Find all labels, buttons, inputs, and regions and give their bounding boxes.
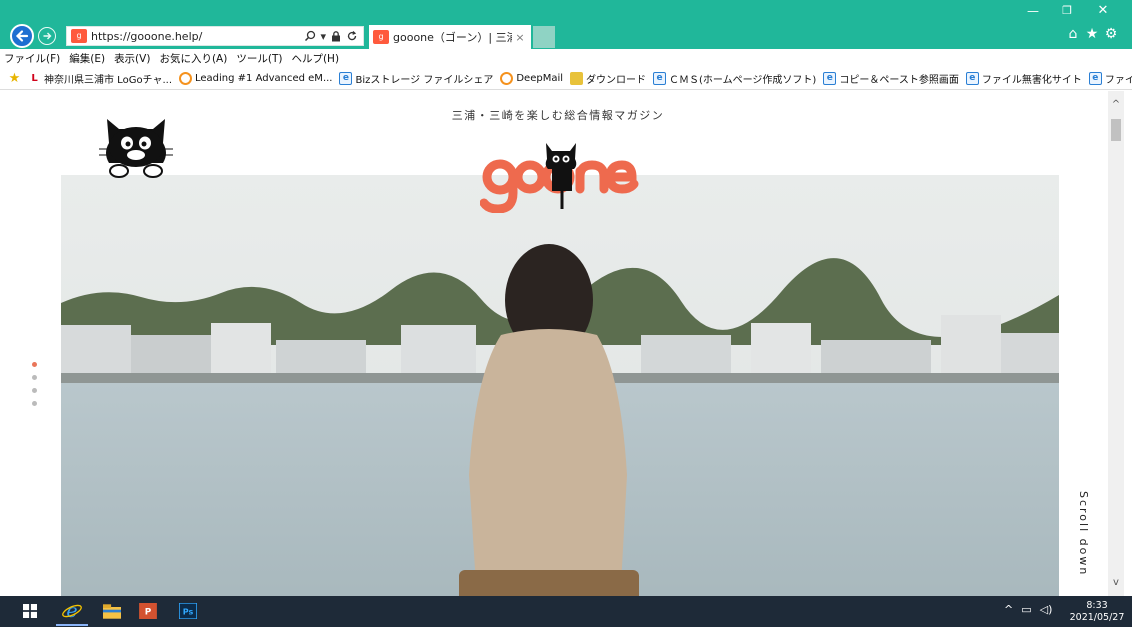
scroll-up-arrow-icon[interactable]: ^ [1108,97,1124,113]
ie-page-icon: e [823,71,837,85]
cat-mascot-logo[interactable] [97,113,175,179]
download-icon [570,71,584,85]
favorite-item[interactable]: ダウンロード [570,71,646,86]
forward-button[interactable] [38,27,56,45]
close-window-button[interactable]: ✕ [1093,3,1113,19]
minimize-button[interactable]: — [1023,3,1043,19]
favorite-label: DeepMail [516,72,564,84]
star-add-icon: ★ [8,70,21,86]
favorites-bar: ★ L 神奈川県三浦市 LoGoチャ... Leading #1 Advance… [0,67,1132,90]
gear-icon[interactable]: ⚙ [1102,25,1120,43]
hero-image [61,175,1059,596]
hero-photo [61,175,1059,596]
slide-dot-2[interactable] [32,375,37,380]
ie-page-icon: e [653,71,667,85]
web-page-viewport: 三浦・三崎を楽しむ総合情報マガジン Scroll down [0,91,1116,596]
slide-dot-1[interactable] [32,362,37,367]
scroll-down-arrow-icon[interactable]: v [1108,575,1124,591]
back-button[interactable] [10,24,34,48]
favorite-item[interactable]: e Bizストレージ ファイルシェア [339,71,493,86]
favorite-item[interactable]: Leading #1 Advanced eM... [179,71,333,85]
clock-date: 2021/05/27 [1069,612,1125,623]
photoshop-icon[interactable]: Ps [176,600,200,622]
favorite-label: ファイル無害化サイト [981,74,1082,86]
lock-icon[interactable] [330,30,342,42]
home-icon[interactable]: ⌂ [1064,25,1082,43]
orange-ring-icon [179,71,192,85]
tab-gooone[interactable]: g gooone（ゴーン）| 三浦･三... × [369,25,531,49]
browser-title-bar: g https://gooone.help/ ▾ g gooone（ゴーン）| … [0,0,1132,49]
tray-overflow-chevron-icon[interactable]: ^ [1004,603,1013,616]
maximize-button[interactable]: ❐ [1057,3,1077,19]
slide-indicator [32,362,37,406]
favorite-label: Leading #1 Advanced eM... [195,72,333,84]
tab-title: gooone（ゴーン）| 三浦･三... [393,31,512,44]
file-explorer-icon[interactable] [100,600,124,622]
start-icon[interactable] [18,600,42,622]
favorite-item[interactable]: e ファイル無害化サイト [965,71,1082,86]
favorite-add[interactable]: ★ [8,70,21,86]
menu-bar: ファイル(F) 編集(E) 表示(V) お気に入り(A) ツール(T) ヘルプ(… [0,49,1132,67]
windows-taskbar: e P Ps ^ ▭ ◁) 8:33 2021/05/27 [0,596,1132,627]
menu-favorites[interactable]: お気に入り(A) [159,51,227,66]
menu-help[interactable]: ヘルプ(H) [291,51,339,66]
favorite-label: ダウンロード [586,74,647,86]
favorite-label: ファイル交換 [1104,74,1132,86]
favorites-star-icon[interactable]: ★ [1083,25,1101,43]
taskbar-clock[interactable]: 8:33 2021/05/27 [1068,600,1126,624]
svg-text:P: P [145,608,152,618]
ie-page-icon: e [339,71,353,85]
tab-favicon-icon: g [373,30,389,44]
vertical-scrollbar[interactable]: ^ v [1108,91,1124,596]
favorite-item[interactable]: e ＣＭＳ(ホームページ作成ソフト) [653,71,816,86]
address-bar[interactable]: g https://gooone.help/ ▾ [66,26,364,46]
site-favicon-icon: g [71,29,87,43]
slide-dot-4[interactable] [32,401,37,406]
battery-icon[interactable]: ▭ [1021,603,1031,616]
menu-edit[interactable]: 編集(E) [69,51,105,66]
system-tray: ^ ▭ ◁) [1004,603,1052,616]
orange-ring-icon [500,71,514,85]
menu-file[interactable]: ファイル(F) [4,51,60,66]
back-arrow-icon [15,30,29,42]
scrollbar-thumb[interactable] [1111,119,1121,141]
clock-time: 8:33 [1086,600,1108,611]
scroll-down-label[interactable]: Scroll down [1077,491,1090,576]
favorite-item[interactable]: e コピー＆ペースト参照画面 [823,71,959,86]
gooone-logo[interactable] [480,131,640,213]
powerpoint-icon[interactable]: P [136,600,160,622]
new-tab-button[interactable] [533,26,555,48]
forward-arrow-icon [43,32,52,40]
favorite-item[interactable]: L 神奈川県三浦市 LoGoチャ... [28,71,172,86]
svg-text:Ps: Ps [183,608,194,617]
address-url[interactable]: https://gooone.help/ [91,30,304,43]
refresh-icon[interactable] [346,30,358,42]
slide-dot-3[interactable] [32,388,37,393]
l-icon: L [31,72,38,84]
ie-page-icon: e [965,71,979,85]
dropdown-chevron-icon[interactable]: ▾ [320,30,326,43]
favorite-item[interactable]: e ファイル交換 [1088,71,1132,86]
internet-explorer-icon[interactable]: e [56,600,88,626]
favorite-label: 神奈川県三浦市 LoGoチャ... [44,74,172,86]
search-icon[interactable] [304,30,316,42]
favorite-label: Bizストレージ ファイルシェア [355,74,494,86]
favorite-label: ＣＭＳ(ホームページ作成ソフト) [669,74,817,86]
menu-tools[interactable]: ツール(T) [236,51,282,66]
ie-page-icon: e [1088,71,1102,85]
volume-icon[interactable]: ◁) [1040,603,1053,616]
tab-close-icon[interactable]: × [512,31,528,44]
favorite-item[interactable]: DeepMail [500,71,564,85]
menu-view[interactable]: 表示(V) [114,51,150,66]
svg-text:e: e [66,601,77,621]
favorite-label: コピー＆ペースト参照画面 [839,74,959,86]
